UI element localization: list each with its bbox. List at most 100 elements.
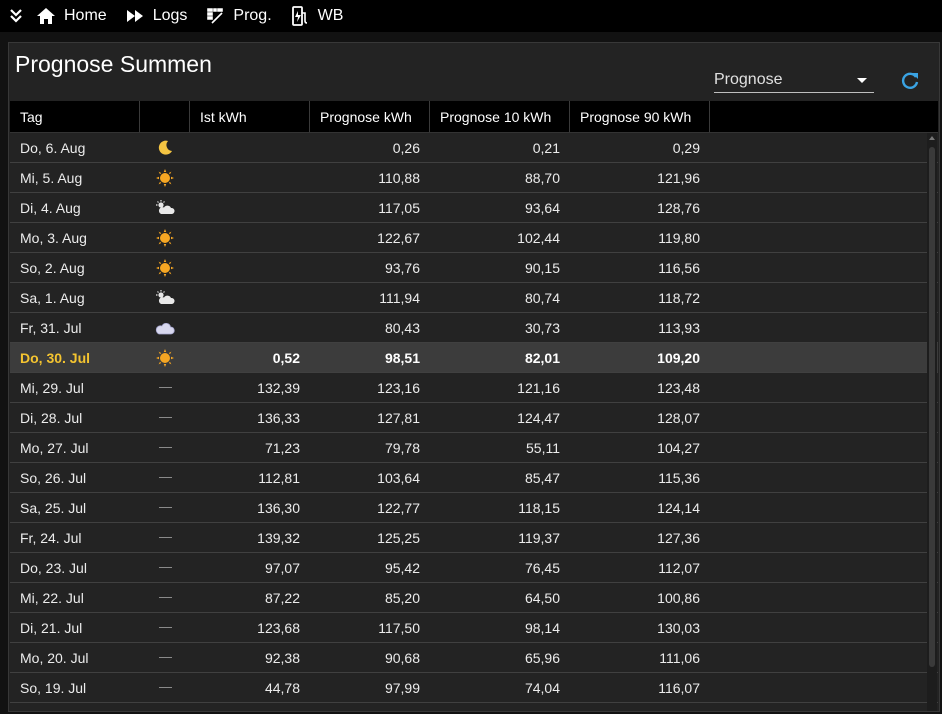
cell-prognose-90-kwh: 112,07: [658, 559, 700, 576]
cell-weather: [140, 283, 190, 312]
scrollbar-thumb[interactable]: [929, 147, 935, 667]
cell-prognose-kwh: 103,64: [377, 469, 420, 486]
cell-tag: Sa, 25. Jul: [20, 499, 87, 516]
table-row[interactable]: Mo, 27. Jul 71,23 79,78 55,11 104,27: [10, 433, 938, 463]
nav-prognose-label: Prog.: [233, 7, 272, 24]
nav-home-label: Home: [64, 7, 107, 24]
scrollbar[interactable]: [927, 133, 937, 711]
cell-prognose-kwh: 127,81: [377, 409, 420, 426]
scroll-up-icon[interactable]: [929, 136, 935, 140]
column-header-tag[interactable]: Tag: [10, 101, 140, 132]
cell-prognose-10-kwh: 80,74: [524, 289, 560, 306]
cell-tag: Fr, 31. Jul: [20, 319, 82, 336]
cell-tag: Fr, 24. Jul: [20, 529, 82, 546]
cell-prognose-90-kwh: 116,56: [658, 259, 700, 276]
cloudy-icon: [155, 321, 175, 335]
table-row[interactable]: Mi, 5. Aug 110,88 88,70 121,96: [10, 163, 938, 193]
cell-prognose-kwh: 98,51: [384, 349, 420, 366]
cell-tag: Di, 28. Jul: [20, 409, 83, 426]
cell-filler: [710, 253, 938, 282]
cell-filler: [710, 133, 938, 162]
table-row[interactable]: Mo, 20. Jul 92,38 90,68 65,96 111,06: [10, 643, 938, 673]
cell-weather: [140, 253, 190, 282]
table-row[interactable]: Do, 6. Aug 0,26 0,21 0,29: [10, 133, 938, 163]
cell-weather: [140, 403, 190, 432]
sun-icon: [156, 348, 174, 367]
cell-tag: Mo, 3. Aug: [20, 229, 87, 246]
cell-weather: [140, 613, 190, 642]
table-row[interactable]: Mi, 29. Jul 132,39 123,16 121,16 123,48: [10, 373, 938, 403]
table-row[interactable]: So, 2. Aug 93,76 90,15 116,56: [10, 253, 938, 283]
table-row[interactable]: Do, 23. Jul 97,07 95,42 76,45 112,07: [10, 553, 938, 583]
cell-prognose-10-kwh: 90,15: [524, 259, 560, 276]
cell-ist-kwh: 136,30: [257, 499, 300, 516]
column-header-prognose[interactable]: Prognose kWh: [310, 101, 430, 132]
cell-ist-kwh: 97,07: [264, 559, 300, 576]
cell-filler: [710, 583, 938, 612]
top-nav-bar: Home Logs Prog. WB: [0, 0, 942, 32]
cell-prognose-kwh: 122,67: [377, 229, 420, 246]
table-row[interactable]: Fr, 24. Jul 139,32 125,25 119,37 127,36: [10, 523, 938, 553]
nav-logs-label: Logs: [152, 7, 188, 24]
table-row[interactable]: So, 19. Jul 44,78 97,99 74,04 116,07: [10, 673, 938, 703]
cell-prognose-10-kwh: 0,21: [532, 139, 560, 156]
sun-icon: [156, 228, 174, 247]
cell-weather: [140, 673, 190, 702]
cell-weather: [140, 553, 190, 582]
table-row[interactable]: Fr, 31. Jul 80,43 30,73 113,93: [10, 313, 938, 343]
table-row[interactable]: Di, 4. Aug 117,05 93,64 128,76: [10, 193, 938, 223]
cell-prognose-90-kwh: 128,07: [657, 409, 700, 426]
cell-prognose-kwh: 90,68: [384, 649, 420, 666]
sun-icon: [156, 168, 174, 187]
table-row[interactable]: Di, 28. Jul 136,33 127,81 124,47 128,07: [10, 403, 938, 433]
cell-filler: [710, 463, 938, 492]
cell-filler: [710, 403, 938, 432]
cell-ist-kwh: 139,32: [257, 529, 300, 546]
table-row[interactable]: Mi, 22. Jul 87,22 85,20 64,50 100,86: [10, 583, 938, 613]
column-header-prognose-10[interactable]: Prognose 10 kWh: [430, 101, 570, 132]
fast-forward-icon: [125, 6, 145, 26]
cell-prognose-90-kwh: 130,03: [657, 619, 700, 636]
charger-icon: [290, 6, 310, 26]
cell-prognose-10-kwh: 55,11: [526, 439, 560, 456]
prognose-table: Tag Ist kWh Prognose kWh Prognose 10 kWh…: [10, 101, 938, 711]
sun-icon: [156, 258, 174, 277]
table-row[interactable]: Di, 21. Jul 123,68 117,50 98,14 130,03: [10, 613, 938, 643]
cell-weather: [140, 343, 190, 372]
cell-tag: Do, 30. Jul: [20, 349, 91, 366]
nav-home[interactable]: Home: [36, 0, 107, 32]
dash-icon: [158, 567, 172, 568]
column-header-weather[interactable]: [140, 101, 190, 132]
table-row-today[interactable]: Do, 30. Jul 0,52 98,51 82,01 109,20: [10, 343, 938, 373]
cell-filler: [710, 433, 938, 462]
cell-ist-kwh: 132,39: [257, 379, 300, 396]
collapse-chevron-icon[interactable]: [6, 0, 26, 32]
cell-prognose-90-kwh: 111,06: [659, 649, 700, 666]
refresh-button[interactable]: [899, 70, 921, 92]
column-header-ist[interactable]: Ist kWh: [190, 101, 310, 132]
column-header-prognose-90[interactable]: Prognose 90 kWh: [570, 101, 710, 132]
cell-weather: [140, 133, 190, 162]
cell-prognose-90-kwh: 127,36: [657, 529, 700, 546]
dash-icon: [158, 687, 172, 688]
column-header-filler: [710, 101, 938, 132]
cell-ist-kwh: [190, 313, 310, 342]
cell-prognose-90-kwh: 121,96: [657, 169, 700, 186]
table-row[interactable]: So, 26. Jul 112,81 103,64 85,47 115,36: [10, 463, 938, 493]
prognose-select[interactable]: Prognose: [714, 69, 874, 93]
cell-filler: [710, 523, 938, 552]
cell-ist-kwh: 87,22: [264, 589, 300, 606]
cell-tag: Do, 6. Aug: [20, 139, 86, 156]
forecast-icon: [205, 6, 225, 26]
cell-prognose-90-kwh: 119,80: [658, 229, 700, 246]
nav-wallbox[interactable]: WB: [290, 0, 343, 32]
nav-logs[interactable]: Logs: [125, 0, 188, 32]
table-row[interactable]: Sa, 25. Jul 136,30 122,77 118,15 124,14: [10, 493, 938, 523]
cell-weather: [140, 583, 190, 612]
cell-tag: So, 26. Jul: [20, 469, 87, 486]
table-row[interactable]: Mo, 3. Aug 122,67 102,44 119,80: [10, 223, 938, 253]
table-row[interactable]: Sa, 1. Aug 111,94 80,74 118,72: [10, 283, 938, 313]
partly-cloudy-icon: [155, 199, 175, 216]
cell-prognose-10-kwh: 65,96: [524, 649, 560, 666]
nav-prognose[interactable]: Prog.: [205, 0, 272, 32]
